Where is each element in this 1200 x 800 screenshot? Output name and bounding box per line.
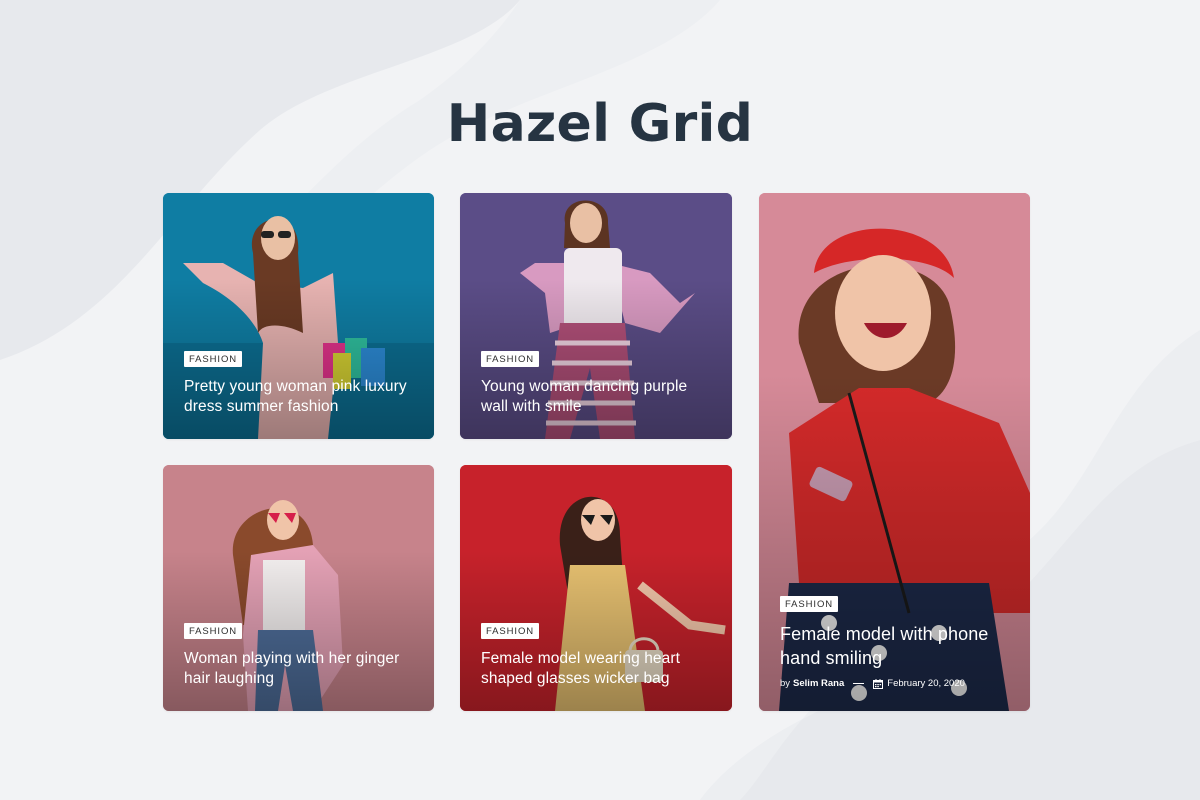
category-tag[interactable]: FASHION (184, 623, 243, 639)
category-tag[interactable]: FASHION (780, 596, 839, 612)
post-title[interactable]: Young woman dancing purple wall with smi… (481, 377, 714, 417)
post-title[interactable]: Female model with phone hand smiling (780, 622, 1012, 670)
post-card[interactable]: FASHION Female model wearing heart shape… (460, 465, 732, 711)
post-grid: FASHION Pretty young woman pink luxury d… (0, 0, 1200, 800)
card-content: FASHION Female model wearing heart shape… (481, 621, 714, 689)
card-content: FASHION Pretty young woman pink luxury d… (184, 349, 416, 417)
post-card[interactable]: FASHION Pretty young woman pink luxury d… (163, 193, 434, 439)
category-tag[interactable]: FASHION (481, 623, 540, 639)
post-title[interactable]: Female model wearing heart shaped glasse… (481, 649, 714, 689)
category-tag[interactable]: FASHION (481, 351, 540, 367)
post-date: February 20, 2020 (887, 678, 965, 689)
meta-by: by (780, 678, 791, 689)
card-content: FASHION Woman playing with her ginger ha… (184, 621, 416, 689)
calendar-icon (873, 678, 884, 689)
author-link[interactable]: Selim Rana (793, 678, 844, 689)
post-meta: by Selim Rana February 20, 2020 (780, 678, 1012, 689)
category-tag[interactable]: FASHION (184, 351, 243, 367)
post-card[interactable]: FASHION Young woman dancing purple wall … (460, 193, 732, 439)
post-title[interactable]: Pretty young woman pink luxury dress sum… (184, 377, 416, 417)
post-card[interactable]: FASHION Woman playing with her ginger ha… (163, 465, 434, 711)
card-content: FASHION Young woman dancing purple wall … (481, 349, 714, 417)
card-content: FASHION Female model with phone hand smi… (780, 594, 1012, 689)
post-title[interactable]: Woman playing with her ginger hair laugh… (184, 649, 416, 689)
meta-separator (853, 683, 865, 684)
post-card-featured[interactable]: FASHION Female model with phone hand smi… (759, 193, 1030, 711)
